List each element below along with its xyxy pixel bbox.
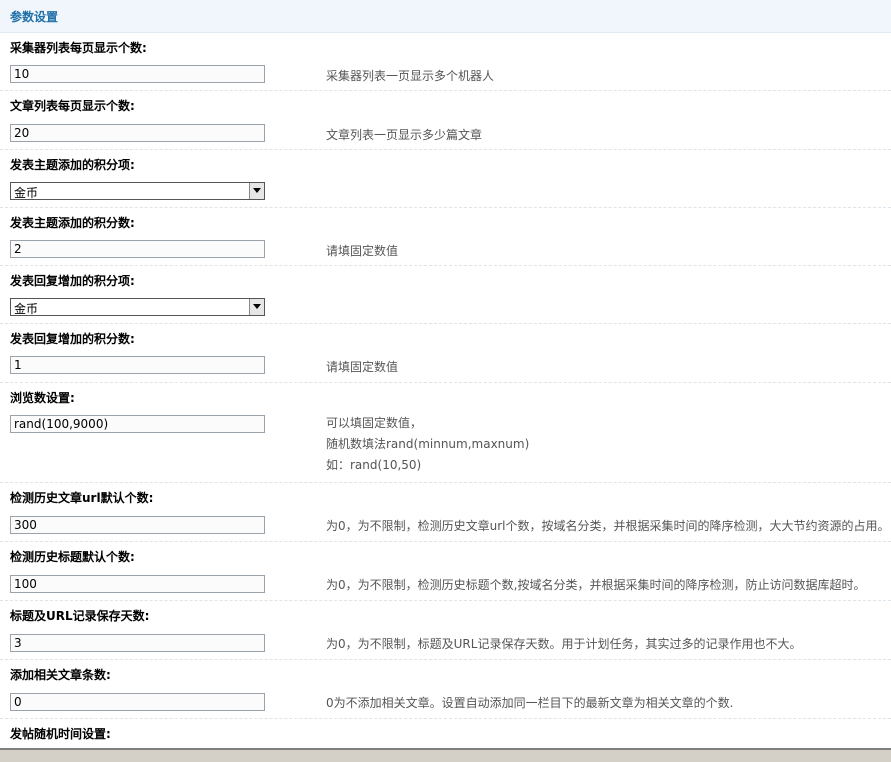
field-hint: 请填固定数值	[326, 244, 399, 258]
field-label: 添加相关文章条数:	[10, 668, 111, 682]
select-value: 金币	[14, 302, 39, 316]
setting-row-related-articles: 添加相关文章条数: 0为不添加相关文章。设置自动添加同一栏目下的最新文章为相关文…	[0, 659, 891, 718]
field-hint: 0为不添加相关文章。设置自动添加同一栏目下的最新文章为相关文章的个数.	[326, 696, 734, 710]
setting-row-history-url-count: 检测历史文章url默认个数: 为0，为不限制，检测历史文章url个数，按域名分类…	[0, 482, 891, 541]
setting-row-reply-credit-amount: 发表回复增加的积分数: 请填固定数值	[0, 323, 891, 381]
field-label: 发表主题添加的积分项:	[10, 158, 135, 172]
field-hint-line: 如：rand(10,50)	[326, 458, 422, 472]
field-label: 发表回复增加的积分项:	[10, 274, 135, 288]
field-label: 发表回复增加的积分数:	[10, 332, 135, 346]
related-articles-count-input[interactable]	[10, 693, 265, 711]
history-url-count-input[interactable]	[10, 516, 265, 534]
field-hint: 为0，为不限制，检测历史标题个数,按域名分类，并根据采集时间的降序检测，防止访问…	[326, 578, 866, 592]
field-label: 采集器列表每页显示个数:	[10, 41, 147, 55]
setting-row-robot-list-page-size: 采集器列表每页显示个数: 采集器列表一页显示多个机器人	[0, 32, 891, 90]
setting-row-reply-credit-item: 发表回复增加的积分项: 金币	[0, 265, 891, 323]
history-title-count-input[interactable]	[10, 575, 265, 593]
section-title: 参数设置	[10, 10, 59, 24]
view-count-input[interactable]	[10, 415, 265, 433]
window-bottom-edge	[0, 748, 891, 762]
article-list-page-size-input[interactable]	[10, 124, 265, 142]
select-value: 金币	[14, 186, 39, 200]
topic-credit-amount-input[interactable]	[10, 240, 265, 258]
field-hint: 请填固定数值	[326, 360, 399, 374]
field-label: 浏览数设置:	[10, 391, 75, 405]
field-label: 文章列表每页显示个数:	[10, 99, 135, 113]
field-label: 发表主题添加的积分数:	[10, 216, 135, 230]
topic-credit-item-select[interactable]: 金币	[10, 182, 265, 200]
field-hint: 采集器列表一页显示多个机器人	[326, 69, 495, 83]
setting-row-post-random-time: 发帖随机时间设置:	[0, 718, 891, 748]
field-label: 检测历史标题默认个数:	[10, 550, 135, 564]
field-label: 发帖随机时间设置:	[10, 727, 111, 741]
chevron-down-icon[interactable]	[249, 183, 264, 199]
reply-credit-amount-input[interactable]	[10, 356, 265, 374]
record-retention-days-input[interactable]	[10, 634, 265, 652]
field-hint-line: 随机数填法rand(minnum,maxnum)	[326, 437, 530, 451]
field-hint-line: 可以填固定数值，	[326, 416, 423, 430]
reply-credit-item-select[interactable]: 金币	[10, 298, 265, 316]
field-hint: 为0，为不限制，标题及URL记录保存天数。用于计划任务，其实过多的记录作用也不大…	[326, 637, 802, 651]
setting-row-topic-credit-amount: 发表主题添加的积分数: 请填固定数值	[0, 207, 891, 265]
setting-row-topic-credit-item: 发表主题添加的积分项: 金币	[0, 149, 891, 207]
chevron-down-icon[interactable]	[249, 299, 264, 315]
setting-row-article-list-page-size: 文章列表每页显示个数: 文章列表一页显示多少篇文章	[0, 90, 891, 148]
field-label: 标题及URL记录保存天数:	[10, 609, 150, 623]
section-header: 参数设置	[0, 0, 891, 33]
field-hint: 文章列表一页显示多少篇文章	[326, 128, 483, 142]
setting-row-view-count: 浏览数设置: 可以填固定数值， 随机数填法rand(minnum,maxnum)…	[0, 382, 891, 482]
setting-row-record-retention-days: 标题及URL记录保存天数: 为0，为不限制，标题及URL记录保存天数。用于计划任…	[0, 600, 891, 659]
field-label: 检测历史文章url默认个数:	[10, 491, 154, 505]
setting-row-history-title-count: 检测历史标题默认个数: 为0，为不限制，检测历史标题个数,按域名分类，并根据采集…	[0, 541, 891, 600]
field-hint: 为0，为不限制，检测历史文章url个数，按域名分类，并根据采集时间的降序检测，大…	[326, 519, 890, 533]
robot-list-page-size-input[interactable]	[10, 65, 265, 83]
